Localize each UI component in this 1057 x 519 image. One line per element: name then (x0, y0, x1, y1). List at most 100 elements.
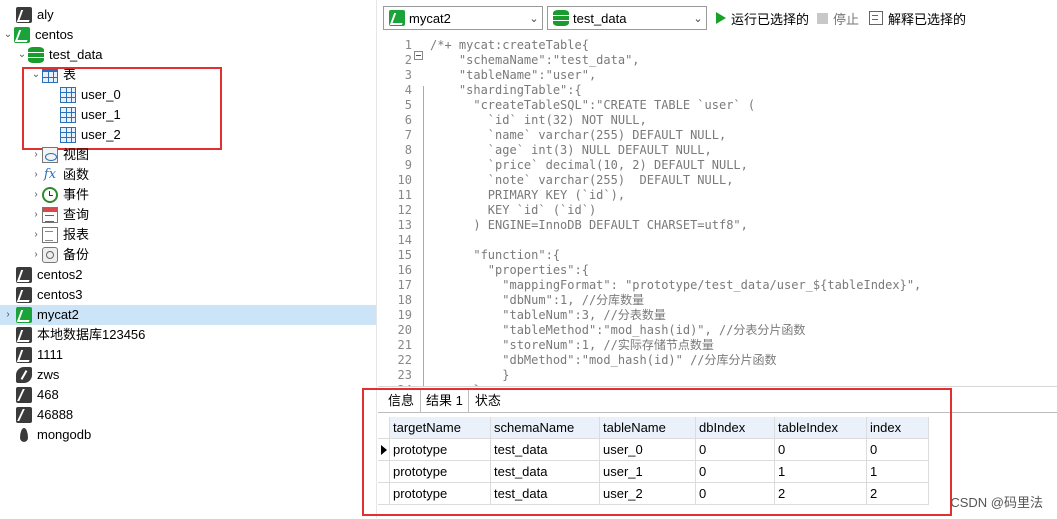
line-number: 2 (404, 53, 412, 67)
code-line: 2 "schemaName":"test_data", (378, 53, 640, 68)
line-number: 23 (397, 368, 412, 382)
code-text: "mappingFormat": "prototype/test_data/us… (430, 278, 922, 292)
line-number: 17 (397, 278, 412, 292)
tree-item-468[interactable]: 468 (16, 385, 59, 405)
connection-icon (16, 287, 32, 303)
tree-item-label: 468 (37, 387, 59, 402)
code-text: "shardingTable":{ (430, 83, 582, 97)
tree-item-mycat2[interactable]: › mycat2 (0, 305, 376, 325)
code-text: "storeNum":1, //实际存储节点数量 (430, 338, 714, 352)
tree-item-aly[interactable]: aly (16, 5, 54, 25)
code-text: "tableMethod":"mod_hash(id)", //分表分片函数 (430, 323, 806, 337)
line-number: 21 (397, 338, 412, 352)
chevron-right-icon[interactable]: › (2, 305, 14, 325)
watermark: CSDN @码里法 (950, 495, 1043, 510)
tree-item-label: 事件 (63, 187, 90, 202)
explain-selected-label: 解释已选择的 (888, 11, 967, 27)
database-icon (28, 47, 44, 63)
code-line: 8 `age` int(3) NULL DEFAULT NULL, (378, 143, 712, 158)
code-text: "tableName":"user", (430, 68, 597, 82)
function-icon: fx (43, 167, 57, 182)
code-text: "tableNum":3, //分表数量 (430, 308, 666, 322)
line-number: 18 (397, 293, 412, 307)
stop-button[interactable]: 停止 (817, 6, 859, 30)
tree-item-backups[interactable]: › 备份 (30, 245, 89, 265)
tree-item-functions[interactable]: › fx 函数 (30, 165, 89, 185)
line-number: 4 (404, 83, 412, 97)
chevron-right-icon[interactable]: › (30, 225, 42, 245)
tree-item-label: centos3 (37, 287, 83, 302)
code-line: 13 ) ENGINE=InnoDB DEFAULT CHARSET=utf8"… (378, 218, 748, 233)
connection-select-value: mycat2 (409, 10, 451, 26)
chevron-right-icon[interactable]: › (30, 145, 42, 165)
database-select[interactable]: test_data ⌄ (547, 6, 707, 30)
query-icon (42, 207, 58, 223)
connection-icon (16, 347, 32, 363)
code-line: 7 `name` varchar(255) DEFAULT NULL, (378, 128, 726, 143)
tree-item-label: zws (37, 367, 60, 382)
line-number: 12 (397, 203, 412, 217)
run-selected-button[interactable]: 运行已选择的 (716, 6, 809, 30)
code-line: 19 "tableNum":3, //分表数量 (378, 308, 666, 323)
tree-item-mongodb[interactable]: mongodb (16, 425, 91, 445)
tree-item-1111[interactable]: 1111 (16, 345, 63, 365)
tree-item-test-data[interactable]: ⌄ test_data (16, 45, 103, 65)
code-text: "properties":{ (430, 263, 589, 277)
code-text: PRIMARY KEY (`id`), (430, 188, 626, 202)
code-line: 10 `note` varchar(255) DEFAULT NULL, (378, 173, 734, 188)
code-text: `age` int(3) NULL DEFAULT NULL, (430, 143, 712, 157)
code-text: `id` int(32) NOT NULL, (430, 113, 647, 127)
code-text: `price` decimal(10, 2) DEFAULT NULL, (430, 158, 748, 172)
tree-item-label: 视图 (63, 147, 90, 162)
code-line: 15 "function":{ (378, 248, 561, 263)
code-line: 11 PRIMARY KEY (`id`), (378, 188, 626, 203)
connection-select[interactable]: mycat2 ⌄ (383, 6, 543, 30)
code-line: 3 "tableName":"user", (378, 68, 596, 83)
tree-item-label: 1111 (37, 347, 64, 362)
tree-item-label: 备份 (63, 247, 90, 262)
code-line: 9 `price` decimal(10, 2) DEFAULT NULL, (378, 158, 748, 173)
tree-item-label: test_data (49, 47, 103, 62)
chevron-right-icon[interactable]: › (30, 185, 42, 205)
tree-item-zws[interactable]: zws (16, 365, 59, 385)
code-line: 17 "mappingFormat": "prototype/test_data… (378, 278, 922, 293)
tree-item-46888[interactable]: 46888 (16, 405, 73, 425)
code-text: "dbNum":1, //分库数量 (430, 293, 645, 307)
tree-item-local-db[interactable]: 本地数据库123456 (16, 325, 145, 345)
chevron-down-icon[interactable]: ⌄ (2, 25, 14, 45)
code-text: `name` varchar(255) DEFAULT NULL, (430, 128, 727, 142)
connection-icon (16, 267, 32, 283)
line-number: 20 (397, 323, 412, 337)
code-line: 18 "dbNum":1, //分库数量 (378, 293, 645, 308)
chevron-right-icon[interactable]: › (30, 205, 42, 225)
connection-icon (16, 327, 32, 343)
tree-item-events[interactable]: › 事件 (30, 185, 89, 205)
line-number: 5 (404, 98, 412, 112)
line-number: 16 (397, 263, 412, 277)
line-number: 8 (404, 143, 412, 157)
code-text: } (430, 368, 510, 382)
code-line: 14 (378, 233, 430, 248)
connection-icon (14, 27, 30, 43)
explain-icon (869, 11, 883, 25)
tree-item-views[interactable]: › 视图 (30, 145, 89, 165)
database-select-value: test_data (573, 10, 627, 26)
tree-item-centos2[interactable]: centos2 (16, 265, 83, 285)
tree-item-label: 查询 (63, 207, 90, 222)
tree-item-reports[interactable]: › 报表 (30, 225, 89, 245)
chevron-right-icon[interactable]: › (30, 165, 42, 185)
sql-editor[interactable]: 1/*+ mycat:createTable{2 "schemaName":"t… (378, 36, 1057, 386)
tree-item-centos[interactable]: ⌄ centos (2, 25, 73, 45)
chevron-down-icon: ⌄ (693, 12, 703, 25)
explain-selected-button[interactable]: 解释已选择的 (869, 6, 966, 30)
run-selected-label: 运行已选择的 (731, 11, 810, 27)
code-text: "dbMethod":"mod_hash(id)" //分库分片函数 (430, 353, 777, 367)
line-number: 10 (397, 173, 412, 187)
code-text: "schemaName":"test_data", (430, 53, 640, 67)
chevron-down-icon[interactable]: ⌄ (16, 45, 28, 65)
tree-item-queries[interactable]: › 查询 (30, 205, 89, 225)
chevron-right-icon[interactable]: › (30, 245, 42, 265)
code-line: 12 KEY `id` (`id`) (378, 203, 597, 218)
tree-item-centos3[interactable]: centos3 (16, 285, 83, 305)
backup-icon (42, 247, 58, 263)
